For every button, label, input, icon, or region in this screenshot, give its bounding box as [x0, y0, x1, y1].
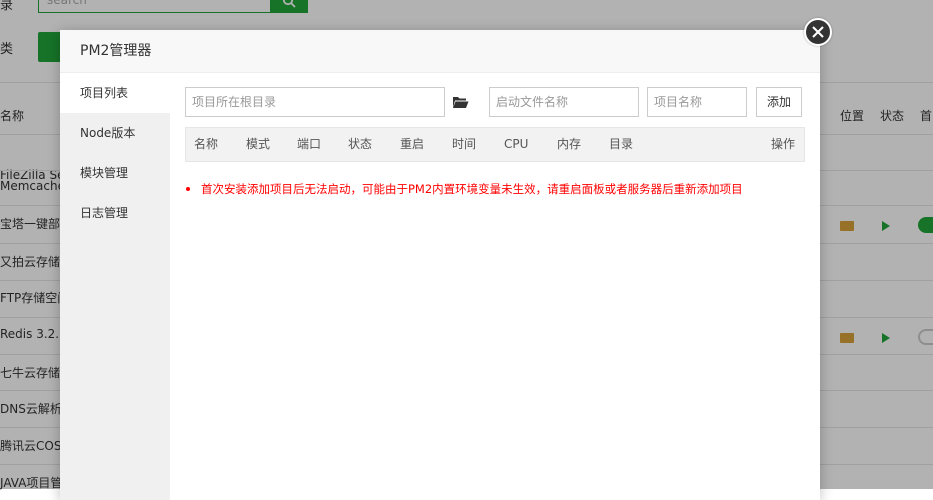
col-restart: 重启 [400, 137, 425, 151]
col-port: 端口 [297, 137, 322, 151]
dialog-close-button[interactable] [804, 18, 832, 46]
close-icon [812, 26, 824, 38]
sidebar-item-node-version[interactable]: Node版本 [60, 113, 170, 153]
col-mode: 模式 [246, 137, 271, 151]
notice-text: 首次安装添加项目后无法启动，可能由于PM2内置环境变量未生效，请重启面板或者服务… [201, 182, 743, 196]
col-status: 状态 [348, 137, 373, 151]
folder-open-icon[interactable] [453, 96, 469, 108]
project-root-dir-input[interactable] [185, 87, 445, 117]
col-name: 名称 [194, 137, 219, 151]
col-actions: 操作 [771, 137, 796, 151]
bullet-icon [186, 187, 190, 191]
dialog-sidebar: 项目列表 Node版本 模块管理 日志管理 [60, 73, 170, 500]
start-file-input[interactable] [489, 87, 639, 117]
pm2-manager-dialog: PM2管理器 项目列表 Node版本 模块管理 日志管理 添加 名称 模式 端口… [60, 30, 820, 500]
sidebar-item-module-management[interactable]: 模块管理 [60, 153, 170, 193]
sidebar-item-log-management[interactable]: 日志管理 [60, 193, 170, 233]
project-table-header: 名称 模式 端口 状态 重启 时间 CPU 内存 目录 操作 [185, 127, 805, 162]
add-project-button[interactable]: 添加 [756, 87, 802, 117]
sidebar-item-project-list[interactable]: 项目列表 [60, 73, 170, 113]
col-directory: 目录 [609, 137, 634, 151]
col-time: 时间 [452, 137, 477, 151]
col-cpu: CPU [504, 137, 529, 151]
project-name-input[interactable] [647, 87, 747, 117]
col-memory: 内存 [557, 137, 582, 151]
dialog-title: PM2管理器 [60, 30, 820, 73]
